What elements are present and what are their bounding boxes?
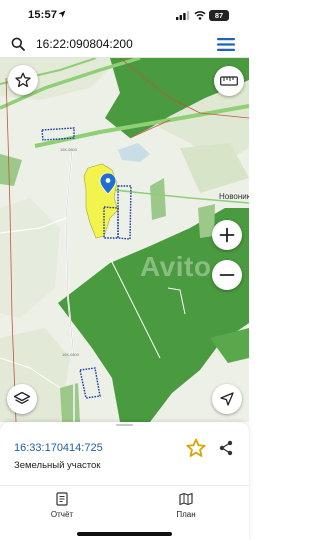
battery-indicator: 87 <box>209 10 229 21</box>
wifi-icon <box>194 11 206 20</box>
map-canvas[interactable] <box>0 58 249 422</box>
cadastral-number-link[interactable]: 16:33:170414:725 <box>14 442 103 454</box>
layers-icon <box>13 391 31 404</box>
ruler-icon <box>220 76 238 86</box>
share-icon[interactable] <box>218 440 234 456</box>
layers-button[interactable] <box>7 384 37 414</box>
tab-plan-label: План <box>176 510 196 519</box>
search-input[interactable]: 16:22:090804:200 <box>36 37 133 51</box>
tab-report[interactable]: Отчёт <box>32 492 92 519</box>
sheet-divider <box>0 485 249 486</box>
plus-icon <box>219 227 235 243</box>
tab-plan[interactable]: План <box>156 492 216 519</box>
minus-icon <box>219 274 235 276</box>
map-plan-icon <box>179 492 193 506</box>
parcel-type-label: Земельный участок <box>14 460 101 471</box>
status-time: 15:57 <box>28 9 58 21</box>
zoom-out-button[interactable] <box>212 260 242 290</box>
location-services-icon <box>58 10 66 18</box>
watermark: Avito <box>140 251 212 282</box>
measure-button[interactable] <box>214 66 244 96</box>
star-icon <box>15 72 31 88</box>
report-icon <box>56 492 68 506</box>
parcel-info-sheet[interactable]: 16:33:170414:725 Земельный участок Отчёт… <box>0 422 249 540</box>
map-view[interactable]: 16К-0800 16К-0800 Новонико Avito <box>0 58 249 422</box>
settlement-label: Новонико <box>219 192 249 201</box>
menu-icon[interactable] <box>217 38 235 51</box>
road-label: 16К-0800 <box>60 147 78 152</box>
location-arrow-icon <box>220 392 234 406</box>
zoom-in-button[interactable] <box>212 220 242 250</box>
sheet-grabber[interactable] <box>116 424 133 426</box>
status-bar: 15:57 87 <box>0 0 249 30</box>
search-icon <box>11 37 25 51</box>
home-indicator <box>77 532 172 536</box>
favorite-button[interactable] <box>8 65 38 95</box>
tab-report-label: Отчёт <box>50 510 74 519</box>
cellular-signal-icon <box>176 11 190 20</box>
road-label: 16К-0800 <box>62 352 80 357</box>
search-bar[interactable]: 16:22:090804:200 <box>0 30 249 58</box>
star-icon[interactable] <box>186 438 206 458</box>
my-location-button[interactable] <box>212 384 242 414</box>
